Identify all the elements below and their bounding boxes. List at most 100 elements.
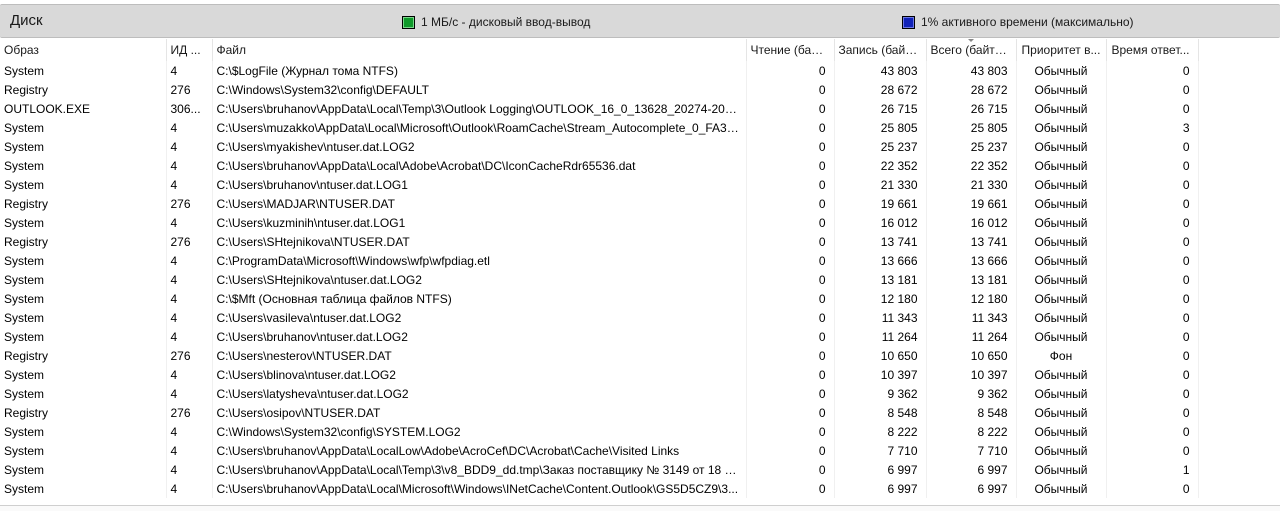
table-row[interactable]: System 4 C:\Users\bruhanov\AppData\LocalLo… [0, 441, 1199, 460]
table-row[interactable]: System 4 C:\Users\SHtejnikova\ntuser.dat.L… [0, 270, 1199, 289]
table-row[interactable]: System 4 C:\ProgramData\Microsoft\Windows\… [0, 251, 1199, 270]
cell-total: 26 715 [926, 99, 1017, 118]
cell-read: 0 [746, 308, 835, 327]
cell-write: 13 666 [834, 251, 927, 270]
cell-read: 0 [746, 346, 835, 365]
cell-response-time: 0 [1106, 289, 1199, 308]
cell-file: C:\Users\osipov\NTUSER.DAT [212, 403, 747, 422]
cell-file: C:\Users\muzakko\AppData\Local\Microsoft… [212, 118, 747, 137]
disk-panel-header[interactable]: Диск 1 МБ/с - дисковый ввод-вывод 1% акт… [0, 4, 1280, 38]
cell-priority: Обычный [1016, 194, 1107, 213]
cell-image: OUTLOOK.EXE [0, 99, 167, 118]
column-header-priority[interactable]: Приоритет в... [1016, 39, 1107, 61]
table-row[interactable]: System 4 C:\Users\bruhanov\AppData\Local\M… [0, 479, 1199, 498]
table-header-row: Образ ИД ... Файл Чтение (байт... Запись… [0, 39, 1199, 61]
cell-response-time: 0 [1106, 194, 1199, 213]
panel-title: Диск [10, 12, 43, 29]
table-row[interactable]: System 4 C:\Users\bruhanov\ntuser.dat.LOG1… [0, 175, 1199, 194]
cell-file: C:\Users\latysheva\ntuser.dat.LOG2 [212, 384, 747, 403]
column-header-image[interactable]: Образ [0, 39, 167, 61]
cell-total: 21 330 [926, 175, 1017, 194]
cell-pid: 4 [166, 479, 213, 498]
cell-response-time: 0 [1106, 137, 1199, 156]
cell-priority: Обычный [1016, 403, 1107, 422]
column-header-pid[interactable]: ИД ... [166, 39, 213, 61]
cell-pid: 4 [166, 213, 213, 232]
table-row[interactable]: System 4 C:\$Mft (Основная таблица файлов … [0, 289, 1199, 308]
cell-priority: Обычный [1016, 213, 1107, 232]
cell-pid: 4 [166, 137, 213, 156]
cell-file: C:\Users\MADJAR\NTUSER.DAT [212, 194, 747, 213]
cell-pid: 4 [166, 270, 213, 289]
table-row[interactable]: System 4 C:\Users\blinova\ntuser.dat.LOG2 0… [0, 365, 1199, 384]
cell-pid: 4 [166, 156, 213, 175]
cell-write: 13 741 [834, 232, 927, 251]
cell-priority: Фон [1016, 346, 1107, 365]
table-row[interactable]: System 4 C:\Users\bruhanov\AppData\Local\T… [0, 460, 1199, 479]
cell-priority: Обычный [1016, 175, 1107, 194]
cell-write: 6 997 [834, 479, 927, 498]
cell-pid: 4 [166, 441, 213, 460]
column-header-file[interactable]: Файл [212, 39, 747, 61]
column-header-read[interactable]: Чтение (байт... [746, 39, 835, 61]
cell-read: 0 [746, 156, 835, 175]
table-row[interactable]: OUTLOOK.EXE 306... C:\Users\bruhanov\AppDa… [0, 99, 1199, 118]
cell-file: C:\Users\bruhanov\AppData\Local\Microsof… [212, 479, 747, 498]
cell-file: C:\Users\bruhanov\ntuser.dat.LOG2 [212, 327, 747, 346]
green-square-icon [402, 15, 415, 29]
cell-image: System [0, 213, 167, 232]
cell-write: 6 997 [834, 460, 927, 479]
cell-pid: 4 [166, 289, 213, 308]
column-header-write[interactable]: Запись (байт... [834, 39, 927, 61]
cell-file: C:\Users\myakishev\ntuser.dat.LOG2 [212, 137, 747, 156]
table-row[interactable]: System 4 C:\Users\myakishev\ntuser.dat.LOG… [0, 137, 1199, 156]
cell-priority: Обычный [1016, 308, 1107, 327]
cell-file: C:\ProgramData\Microsoft\Windows\wfp\wfp… [212, 251, 747, 270]
column-header-response-time[interactable]: Время ответ... [1106, 39, 1199, 61]
table-row[interactable]: System 4 C:\Users\kuzminih\ntuser.dat.LOG1… [0, 213, 1199, 232]
cell-file: C:\Users\bruhanov\AppData\LocalLow\Adobe… [212, 441, 747, 460]
cell-priority: Обычный [1016, 384, 1107, 403]
table-row[interactable]: Registry 276 C:\Users\SHtejnikova\NTUSER.D… [0, 232, 1199, 251]
table-row[interactable]: System 4 C:\$LogFile (Журнал тома NTFS) 0 43… [0, 61, 1199, 80]
cell-write: 22 352 [834, 156, 927, 175]
legend-active-time: 1% активного времени (максимально) [902, 15, 1134, 29]
table-row[interactable]: Registry 276 C:\Users\osipov\NTUSER.DAT 0 8 … [0, 403, 1199, 422]
cell-image: System [0, 479, 167, 498]
table-row[interactable]: System 4 C:\Windows\System32\config\SYSTEM… [0, 422, 1199, 441]
cell-image: System [0, 270, 167, 289]
cell-priority: Обычный [1016, 327, 1107, 346]
cell-file: C:\Users\kuzminih\ntuser.dat.LOG1 [212, 213, 747, 232]
cell-image: Registry [0, 232, 167, 251]
table-row[interactable]: System 4 C:\Users\muzakko\AppData\Local\Mi… [0, 118, 1199, 137]
cell-write: 25 805 [834, 118, 927, 137]
cell-pid: 276 [166, 80, 213, 99]
cell-image: System [0, 441, 167, 460]
table-row[interactable]: System 4 C:\Users\vasileva\ntuser.dat.LOG2… [0, 308, 1199, 327]
cell-image: System [0, 156, 167, 175]
table-row[interactable]: System 4 C:\Users\latysheva\ntuser.dat.LOG… [0, 384, 1199, 403]
table-row[interactable]: Registry 276 C:\Windows\System32\config\DE… [0, 80, 1199, 99]
cell-pid: 276 [166, 346, 213, 365]
cell-write: 26 715 [834, 99, 927, 118]
cell-response-time: 0 [1106, 99, 1199, 118]
cell-pid: 4 [166, 365, 213, 384]
cell-total: 10 650 [926, 346, 1017, 365]
cell-image: System [0, 327, 167, 346]
column-header-total[interactable]: Всего (байт/с) [926, 39, 1017, 61]
cell-priority: Обычный [1016, 365, 1107, 384]
table-row[interactable]: Registry 276 C:\Users\MADJAR\NTUSER.DAT 0 19… [0, 194, 1199, 213]
cell-image: System [0, 365, 167, 384]
cell-pid: 4 [166, 327, 213, 346]
table-row[interactable]: System 4 C:\Users\bruhanov\ntuser.dat.LOG2… [0, 327, 1199, 346]
cell-image: System [0, 175, 167, 194]
cell-read: 0 [746, 460, 835, 479]
table-row[interactable]: System 4 C:\Users\bruhanov\AppData\Local\A… [0, 156, 1199, 175]
disk-activity-table[interactable]: Образ ИД ... Файл Чтение (байт... Запись… [0, 39, 1280, 501]
cell-write: 11 343 [834, 308, 927, 327]
cell-response-time: 0 [1106, 270, 1199, 289]
table-row[interactable]: Registry 276 C:\Users\nesterov\NTUSER.DAT 0… [0, 346, 1199, 365]
cell-priority: Обычный [1016, 61, 1107, 80]
cell-write: 28 672 [834, 80, 927, 99]
cell-priority: Обычный [1016, 156, 1107, 175]
